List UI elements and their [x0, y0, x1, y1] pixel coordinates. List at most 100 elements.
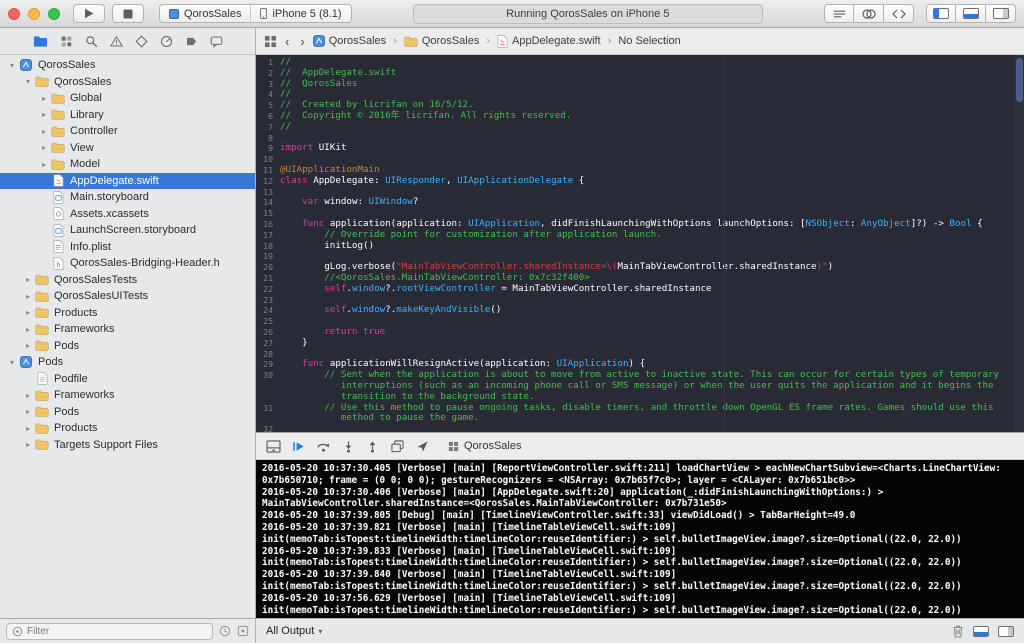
- continue-button[interactable]: [292, 440, 305, 453]
- disclosure-triangle[interactable]: ▸: [22, 407, 34, 416]
- toggle-variables-pane-button[interactable]: [998, 625, 1014, 637]
- tree-item-assets-xcassets[interactable]: Assets.xcassets: [0, 206, 255, 223]
- chevron-down-icon: ▾: [318, 626, 323, 636]
- line-number: 32: [263, 424, 273, 432]
- location-button[interactable]: [416, 440, 429, 453]
- debug-navigator-button[interactable]: [160, 35, 173, 48]
- toggle-navigator-button[interactable]: [926, 4, 956, 23]
- tree-item-main-storyboard[interactable]: Main.storyboard: [0, 189, 255, 206]
- tree-item-products[interactable]: ▸ Products: [0, 305, 255, 322]
- step-into-button[interactable]: [342, 440, 355, 453]
- tree-item-frameworks[interactable]: ▸ Frameworks: [0, 387, 255, 404]
- disclosure-triangle[interactable]: ▸: [38, 143, 50, 152]
- assistant-editor-button[interactable]: [854, 4, 884, 23]
- editor-scrollbar-thumb[interactable]: [1015, 58, 1023, 102]
- disclosure-triangle[interactable]: ▸: [22, 325, 34, 334]
- disclosure-triangle[interactable]: ▸: [22, 424, 34, 433]
- show-recent-files-button[interactable]: [219, 625, 231, 637]
- disclosure-triangle[interactable]: ▸: [22, 440, 34, 449]
- tree-item-info-plist[interactable]: Info.plist: [0, 239, 255, 256]
- tree-item-view[interactable]: ▸ View: [0, 140, 255, 157]
- toggle-console-pane-button[interactable]: [973, 625, 989, 637]
- disclosure-triangle[interactable]: ▸: [22, 275, 34, 284]
- disclosure-triangle[interactable]: ▸: [38, 94, 50, 103]
- stop-button[interactable]: [112, 4, 144, 23]
- tree-item-targets-support-files[interactable]: ▸ Targets Support Files: [0, 437, 255, 454]
- navigator-bar: [0, 28, 255, 55]
- filter-input[interactable]: [27, 625, 207, 637]
- disclosure-triangle[interactable]: ▸: [22, 292, 34, 301]
- tree-item-pods[interactable]: ▾ Pods: [0, 354, 255, 371]
- breadcrumb-separator: ›: [607, 35, 612, 47]
- disclosure-triangle[interactable]: ▸: [38, 160, 50, 169]
- line-number: 31: [263, 402, 273, 413]
- toggle-debug-area-icon: [962, 8, 979, 19]
- show-scm-status-button[interactable]: [237, 625, 249, 637]
- source-editor[interactable]: 1 // 2 // AppDelegate.swift 3 // QorosSales 4 /…: [256, 55, 1024, 432]
- version-editor-button[interactable]: [884, 4, 914, 23]
- hide-console-button[interactable]: [266, 439, 281, 453]
- console-line: 2016-05-20 10:37:39.833 [Verbose] [main]…: [262, 545, 677, 557]
- disclosure-triangle[interactable]: ▸: [22, 391, 34, 400]
- breadcrumb-item-no-selection[interactable]: No Selection: [618, 35, 680, 47]
- disclosure-triangle[interactable]: ▸: [22, 341, 34, 350]
- breadcrumb-item-appdelegate-swift[interactable]: AppDelegate.swift: [497, 34, 601, 48]
- toggle-debug-area-button[interactable]: [956, 4, 986, 23]
- step-over-button[interactable]: [316, 440, 331, 453]
- scheme-selector[interactable]: QorosSales iPhone 5 (8.1): [159, 4, 352, 23]
- tree-item-podfile[interactable]: Podfile: [0, 371, 255, 388]
- destination-segment[interactable]: iPhone 5 (8.1): [251, 5, 350, 22]
- tree-item-frameworks[interactable]: ▸ Frameworks: [0, 321, 255, 338]
- tree-item-launchscreen-storyboard[interactable]: LaunchScreen.storyboard: [0, 222, 255, 239]
- breadcrumb-label: AppDelegate.swift: [512, 35, 601, 47]
- symbol-navigator-button[interactable]: [60, 35, 73, 48]
- tree-item-products[interactable]: ▸ Products: [0, 420, 255, 437]
- test-navigator-button[interactable]: [134, 34, 148, 48]
- project-navigator-button[interactable]: [33, 35, 48, 48]
- minimize-window-button[interactable]: [28, 7, 40, 20]
- console-output[interactable]: 2016-05-20 10:37:30.405 [Verbose] [main]…: [256, 460, 1024, 618]
- tree-item-pods[interactable]: ▸ Pods: [0, 338, 255, 355]
- toggle-navigator-icon: [933, 8, 949, 19]
- view-debugger-button[interactable]: [390, 439, 405, 453]
- tree-item-library[interactable]: ▸ Library: [0, 107, 255, 124]
- standard-editor-button[interactable]: [824, 4, 854, 23]
- step-out-button[interactable]: [366, 440, 379, 453]
- report-navigator-button[interactable]: [210, 35, 223, 48]
- breakpoint-navigator-button[interactable]: [185, 35, 198, 48]
- related-items-icon[interactable]: [264, 35, 277, 48]
- disclosure-triangle[interactable]: ▾: [22, 77, 34, 86]
- disclosure-triangle[interactable]: ▾: [6, 61, 18, 70]
- breadcrumb-item-qorossales[interactable]: QorosSales: [312, 35, 386, 47]
- tree-item-qorossalesuitests[interactable]: ▸ QorosSalesUITests: [0, 288, 255, 305]
- toggle-utilities-button[interactable]: [986, 4, 1016, 23]
- breadcrumb-item-qorossales[interactable]: QorosSales: [404, 35, 479, 47]
- search-navigator-button[interactable]: [85, 35, 98, 48]
- tree-item-label: Targets Support Files: [54, 438, 158, 451]
- tree-item-qorossales[interactable]: ▾ QorosSales: [0, 57, 255, 74]
- filter-field[interactable]: [6, 622, 213, 640]
- scheme-segment[interactable]: QorosSales: [160, 5, 250, 22]
- tree-item-model[interactable]: ▸ Model: [0, 156, 255, 173]
- tree-item-appdelegate-swift[interactable]: AppDelegate.swift: [0, 172, 255, 189]
- run-button[interactable]: [73, 4, 105, 23]
- tree-item-qorossalestests[interactable]: ▸ QorosSalesTests: [0, 272, 255, 289]
- editor-scrollbar[interactable]: [1014, 55, 1024, 432]
- tree-item-global[interactable]: ▸ Global: [0, 90, 255, 107]
- go-back-button[interactable]: ‹: [282, 34, 292, 49]
- zoom-window-button[interactable]: [48, 7, 60, 20]
- go-forward-button[interactable]: ›: [297, 34, 307, 49]
- tree-item-controller[interactable]: ▸ Controller: [0, 123, 255, 140]
- disclosure-triangle[interactable]: ▸: [38, 127, 50, 136]
- disclosure-triangle[interactable]: ▾: [6, 358, 18, 367]
- close-window-button[interactable]: [8, 7, 20, 20]
- tree-item-qorossales[interactable]: ▾ QorosSales: [0, 74, 255, 91]
- clear-console-button[interactable]: [952, 624, 964, 638]
- disclosure-triangle[interactable]: ▸: [22, 308, 34, 317]
- output-scope-dropdown[interactable]: All Output ▾: [266, 625, 322, 637]
- issue-navigator-button[interactable]: [109, 35, 123, 48]
- disclosure-triangle[interactable]: ▸: [38, 110, 50, 119]
- tree-item-qorossales-bridging-header-h[interactable]: h QorosSales-Bridging-Header.h: [0, 255, 255, 272]
- debug-process-chip[interactable]: QorosSales: [448, 440, 521, 452]
- tree-item-pods[interactable]: ▸ Pods: [0, 404, 255, 421]
